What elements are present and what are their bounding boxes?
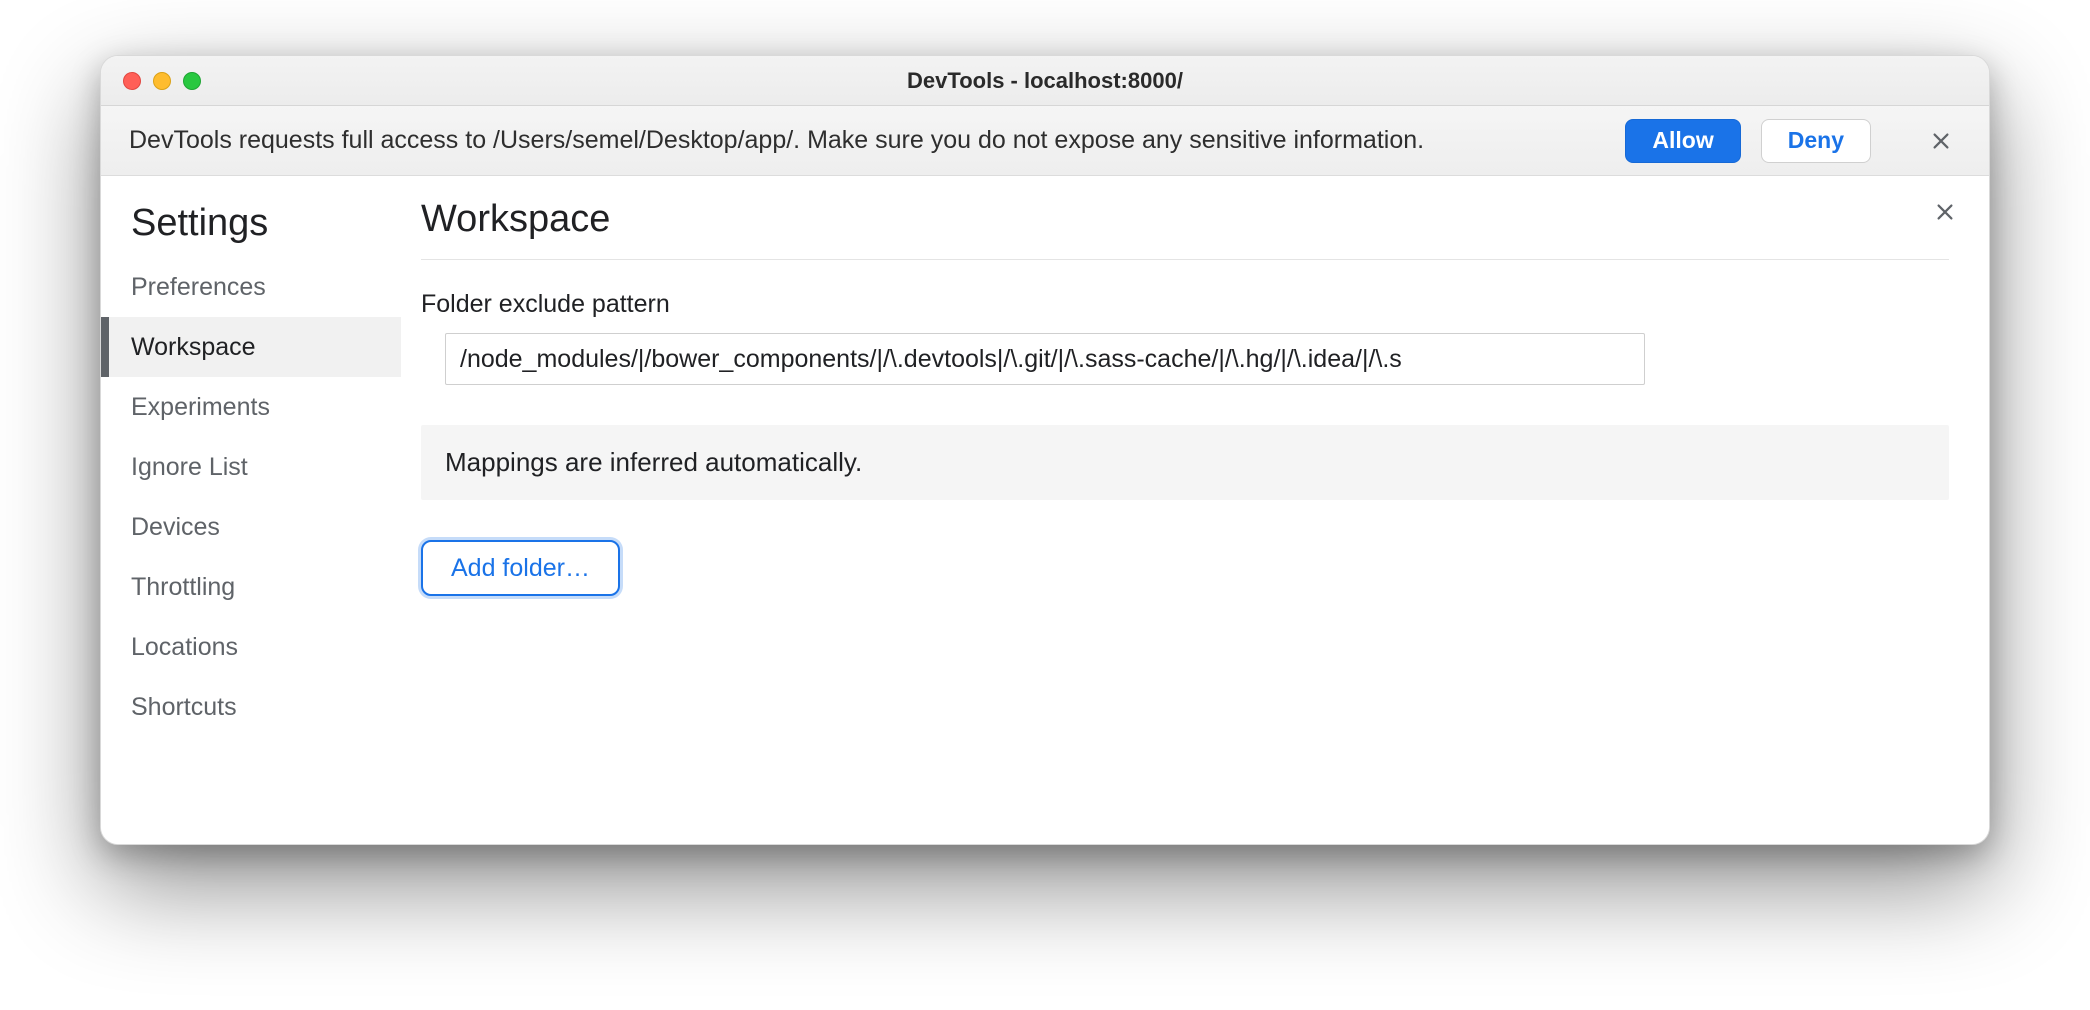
sidebar-item-workspace[interactable]: Workspace [101,317,401,377]
window-title: DevTools - localhost:8000/ [907,68,1183,94]
sidebar-item-throttling[interactable]: Throttling [101,557,401,617]
sidebar-item-label: Experiments [131,393,270,422]
close-icon [1930,130,1952,152]
exclude-pattern-label: Folder exclude pattern [421,290,1949,319]
close-icon [1934,201,1956,223]
settings-title: Settings [101,196,401,257]
sidebar-item-locations[interactable]: Locations [101,617,401,677]
sidebar-item-preferences[interactable]: Preferences [101,257,401,317]
sidebar-item-label: Shortcuts [131,693,237,722]
window-minimize-button[interactable] [153,72,171,90]
mappings-info: Mappings are inferred automatically. [421,425,1949,500]
sidebar-item-shortcuts[interactable]: Shortcuts [101,677,401,737]
workspace-panel: Workspace Folder exclude pattern Mapping… [401,176,1989,844]
exclude-pattern-input[interactable] [445,333,1645,385]
permission-message: DevTools requests full access to /Users/… [129,126,1424,155]
sidebar-item-label: Devices [131,513,220,542]
permission-bar: DevTools requests full access to /Users/… [101,106,1989,176]
sidebar-item-ignore-list[interactable]: Ignore List [101,437,401,497]
sidebar-item-label: Preferences [131,273,266,302]
settings-sidebar: Settings Preferences Workspace Experimen… [101,176,401,844]
sidebar-item-label: Locations [131,633,238,662]
devtools-window: DevTools - localhost:8000/ DevTools requ… [100,55,1990,845]
settings-close-button[interactable] [1927,194,1963,230]
sidebar-item-devices[interactable]: Devices [101,497,401,557]
window-zoom-button[interactable] [183,72,201,90]
window-close-button[interactable] [123,72,141,90]
sidebar-item-experiments[interactable]: Experiments [101,377,401,437]
deny-button[interactable]: Deny [1761,119,1871,163]
permission-close-button[interactable] [1921,121,1961,161]
page-title: Workspace [421,198,1949,260]
titlebar: DevTools - localhost:8000/ [101,56,1989,106]
settings-body: Settings Preferences Workspace Experimen… [101,176,1989,844]
sidebar-item-label: Throttling [131,573,235,602]
add-folder-button[interactable]: Add folder… [421,540,620,596]
traffic-lights [123,72,201,90]
sidebar-item-label: Ignore List [131,453,248,482]
sidebar-item-label: Workspace [131,333,256,362]
allow-button[interactable]: Allow [1625,119,1740,163]
